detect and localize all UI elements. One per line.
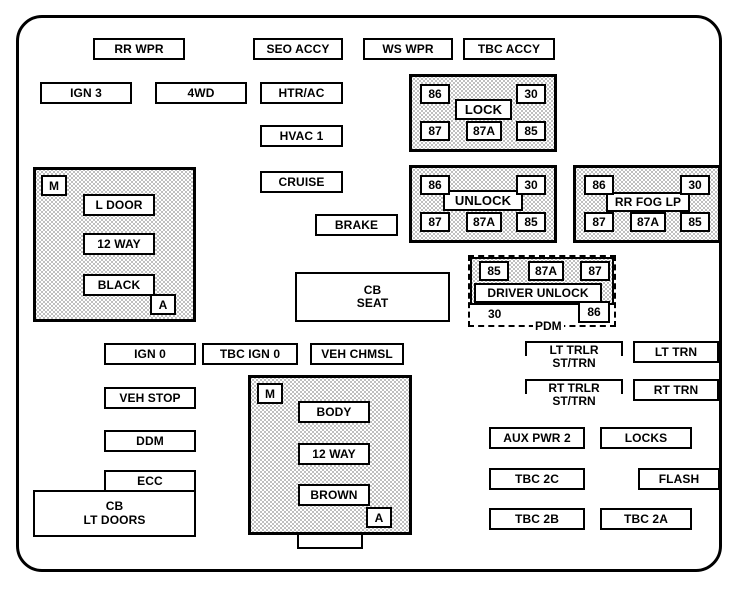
- fuse-rt-trlr-line-1: RT TRLR: [548, 381, 600, 395]
- relay-driver-unlock-pin-85: 85: [479, 261, 509, 281]
- relay-lock-pin-87a: 87A: [466, 121, 502, 141]
- relay-rr-fog-lp-pin-87: 87: [584, 212, 614, 232]
- pdm-module-label: PDM: [533, 319, 564, 333]
- connector-body-row-brown: BROWN: [298, 484, 370, 506]
- fuse-tbc-accy[interactable]: TBC ACCY: [463, 38, 555, 60]
- fuse-4wd[interactable]: 4WD: [155, 82, 247, 104]
- relay-rr-fog-lp-pin-87a: 87A: [630, 212, 666, 232]
- relay-lock-pin-85: 85: [516, 121, 546, 141]
- connector-body-row-12-way: 12 WAY: [298, 443, 370, 465]
- relay-rr-fog-lp-pin-85: 85: [680, 212, 710, 232]
- fuse-cruise[interactable]: CRUISE: [260, 171, 343, 193]
- fuse-tbc-2b[interactable]: TBC 2B: [489, 508, 585, 530]
- relay-unlock-label: UNLOCK: [443, 190, 523, 211]
- fuse-rt-trn[interactable]: RT TRN: [633, 379, 719, 401]
- circuit-breaker-seat[interactable]: CB SEAT: [295, 272, 450, 322]
- fuse-tbc-ign-0[interactable]: TBC IGN 0: [202, 343, 298, 365]
- relay-driver-unlock-pin-86: 86: [578, 301, 610, 323]
- fuse-hvac-1[interactable]: HVAC 1: [260, 125, 343, 147]
- connector-left-corner-m: M: [41, 175, 67, 196]
- fuse-rt-trlr-line-2: ST/TRN: [525, 394, 623, 408]
- fuse-lt-trlr-line-2: ST/TRN: [525, 356, 623, 370]
- relay-driver-unlock-pin-30: 30: [486, 307, 504, 321]
- cb-lt-doors-line-1: CB: [105, 499, 124, 514]
- fuse-veh-chmsl[interactable]: VEH CHMSL: [310, 343, 404, 365]
- fuse-ecc[interactable]: ECC: [104, 470, 196, 492]
- fuse-tbc-2a[interactable]: TBC 2A: [600, 508, 692, 530]
- relay-rr-fog-lp-pin-30: 30: [680, 175, 710, 195]
- connector-left-corner-a: A: [150, 294, 176, 315]
- fuse-aux-pwr-2[interactable]: AUX PWR 2: [489, 427, 585, 449]
- relay-driver-unlock-label: DRIVER UNLOCK: [474, 283, 602, 303]
- relay-lock-pin-87: 87: [420, 121, 450, 141]
- connector-body-row-body: BODY: [298, 401, 370, 423]
- fuse-tbc-2c[interactable]: TBC 2C: [489, 468, 585, 490]
- relay-unlock-pin-87a: 87A: [466, 212, 502, 232]
- connector-body-corner-m: M: [257, 383, 283, 404]
- fuse-brake[interactable]: BRAKE: [315, 214, 398, 236]
- fuse-veh-stop[interactable]: VEH STOP: [104, 387, 196, 409]
- relay-lock-pin-86: 86: [420, 84, 450, 104]
- fuse-htr-ac[interactable]: HTR/AC: [260, 82, 343, 104]
- connector-body-tab: [297, 535, 363, 549]
- connector-left-row-black: BLACK: [83, 274, 155, 296]
- fuse-lt-trn[interactable]: LT TRN: [633, 341, 719, 363]
- relay-unlock-pin-30: 30: [516, 175, 546, 195]
- fuse-flash[interactable]: FLASH: [638, 468, 720, 490]
- cb-lt-doors-line-2: LT DOORS: [83, 512, 146, 527]
- fuse-ws-wpr[interactable]: WS WPR: [363, 38, 453, 60]
- fuse-locks[interactable]: LOCKS: [600, 427, 692, 449]
- fuse-ddm[interactable]: DDM: [104, 430, 196, 452]
- fuse-rt-trlr-st-trn[interactable]: RT TRLR ST/TRN: [525, 379, 623, 413]
- connector-left-row-12-way: 12 WAY: [83, 233, 155, 255]
- relay-driver-unlock-pin-87: 87: [580, 261, 610, 281]
- fuse-lt-trlr-st-trn[interactable]: LT TRLR ST/TRN: [525, 341, 623, 375]
- connector-left-row-l-door: L DOOR: [83, 194, 155, 216]
- fuse-ign-3[interactable]: IGN 3: [40, 82, 132, 104]
- relay-unlock-pin-85: 85: [516, 212, 546, 232]
- relay-driver-unlock-pin-87a: 87A: [528, 261, 564, 281]
- fuse-rr-wpr[interactable]: RR WPR: [93, 38, 185, 60]
- fuse-lt-trlr-line-1: LT TRLR: [549, 343, 599, 357]
- relay-rr-fog-lp-label: RR FOG LP: [606, 192, 690, 212]
- relay-lock-pin-30: 30: [516, 84, 546, 104]
- relay-rr-fog-lp-pin-86: 86: [584, 175, 614, 195]
- cb-seat-line-2: SEAT: [356, 296, 389, 310]
- connector-body-corner-a: A: [366, 507, 392, 528]
- fuse-block-diagram: RR WPR SEO ACCY WS WPR TBC ACCY IGN 3 4W…: [0, 0, 743, 591]
- fuse-ign-0[interactable]: IGN 0: [104, 343, 196, 365]
- relay-lock-label: LOCK: [455, 99, 512, 120]
- relay-unlock-pin-86: 86: [420, 175, 450, 195]
- cb-seat-line-1: CB: [363, 282, 382, 297]
- fuse-seo-accy[interactable]: SEO ACCY: [253, 38, 343, 60]
- circuit-breaker-lt-doors[interactable]: CB LT DOORS: [33, 490, 196, 537]
- relay-unlock-pin-87: 87: [420, 212, 450, 232]
